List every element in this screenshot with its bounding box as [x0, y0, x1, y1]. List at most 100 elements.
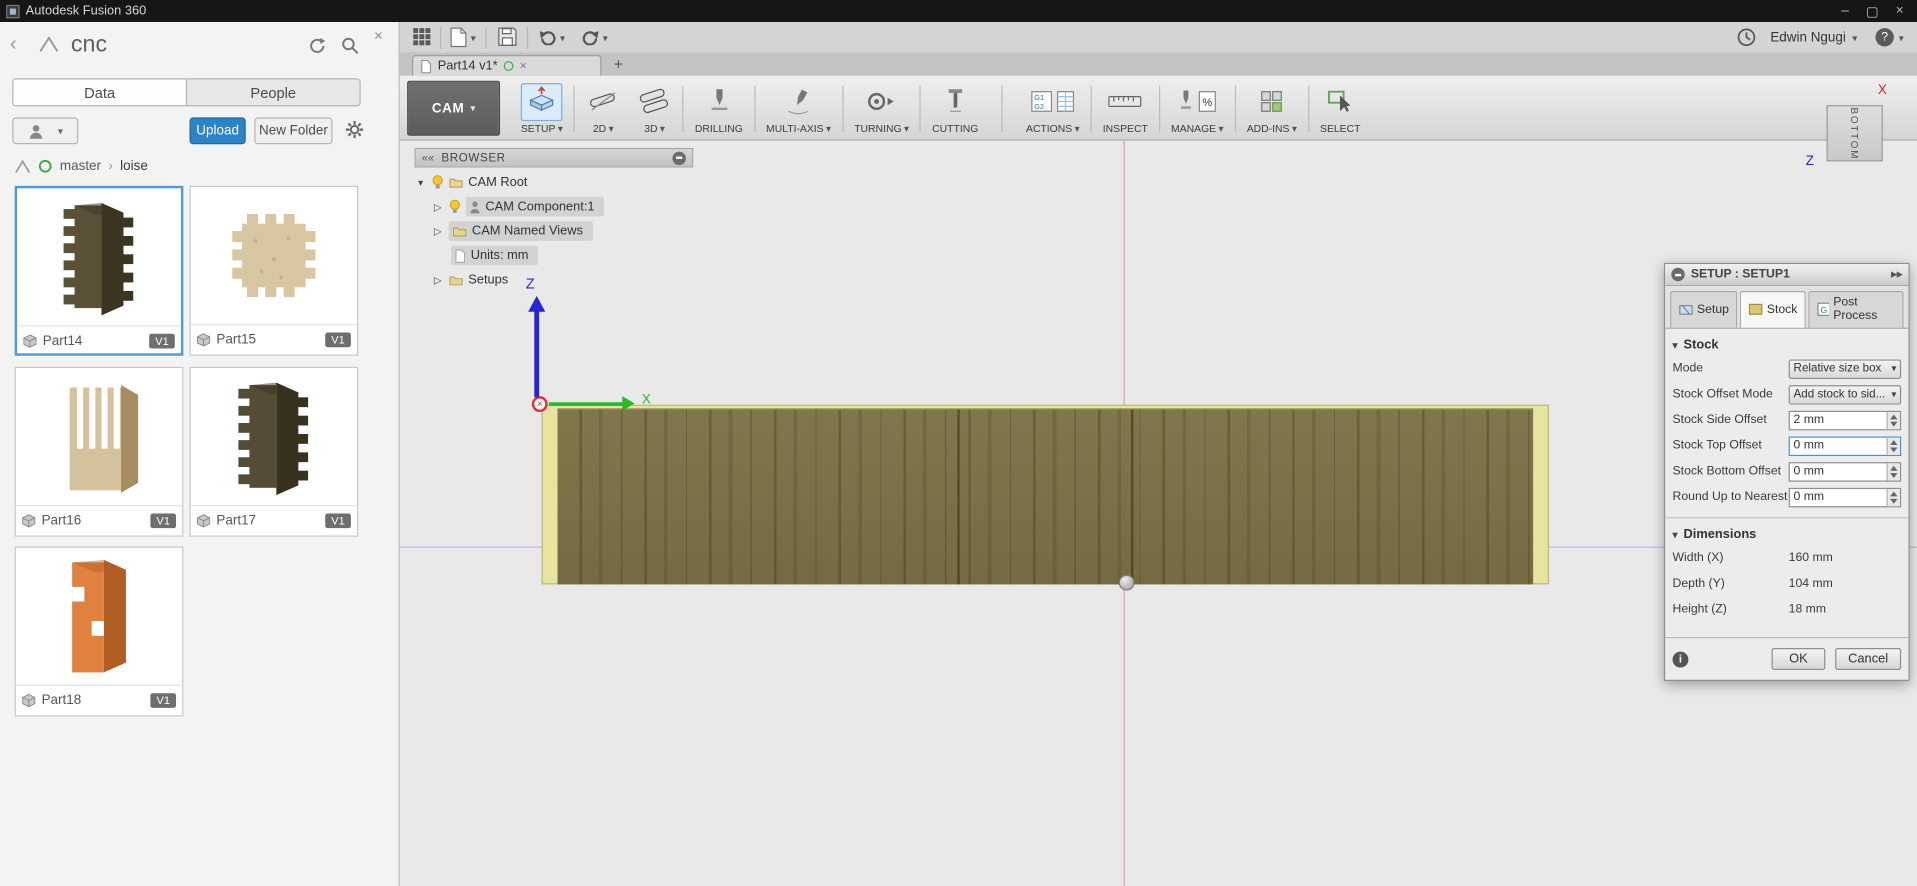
help-caret-icon[interactable]: ▾ [1899, 33, 1904, 44]
version-badge[interactable]: V1 [325, 331, 351, 347]
ribbon-group-multi-axis[interactable]: MULTI-AXIS ▾ [757, 78, 839, 139]
close-tab-icon[interactable]: × [520, 59, 527, 72]
user-menu-caret-icon[interactable]: ▾ [1852, 33, 1857, 44]
dropdown-caret-icon: ▾ [826, 122, 831, 134]
new-folder-button[interactable]: New Folder [254, 117, 333, 145]
spinner-control[interactable] [1886, 488, 1900, 506]
collapsed-arrow-icon[interactable]: ▷ [432, 226, 444, 237]
close-data-panel-icon[interactable]: × [374, 27, 383, 44]
view-cube-face-label[interactable]: BOTTOM [1849, 107, 1860, 160]
workspace-switcher[interactable]: CAM ▾ [407, 80, 501, 136]
collapsed-arrow-icon[interactable]: ▷ [432, 201, 444, 212]
x-axis-arrow[interactable] [548, 402, 623, 406]
tree-item-units[interactable]: Units: mm [414, 243, 707, 267]
origin-marker[interactable]: × [531, 396, 548, 413]
dimensions-section-header[interactable]: ▾ Dimensions [1665, 518, 1908, 545]
part-card[interactable]: Part16 V1 [14, 366, 184, 537]
stock-offset-mode-select[interactable]: Add stock to sid... ▾ [1788, 384, 1902, 405]
upload-button[interactable]: Upload [189, 117, 246, 145]
tab-people[interactable]: People [187, 79, 359, 105]
ribbon-group-2d[interactable]: 2D ▾ [578, 78, 629, 139]
username[interactable]: Edwin Ngugi [1770, 31, 1846, 46]
ribbon-group-manage[interactable]: % MANAGE ▾ [1163, 78, 1233, 139]
app-grid-menu-icon[interactable] [412, 27, 432, 53]
part-card[interactable]: Part14 V1 [14, 185, 184, 356]
tab-post-process[interactable]: G Post Process [1808, 290, 1904, 328]
gear-icon[interactable] [345, 120, 365, 146]
part-name: Part14 [42, 333, 83, 348]
ribbon-group-actions[interactable]: G1 G2 ACTIONS ▾ [1017, 78, 1088, 139]
minimize-browser-icon[interactable] [672, 150, 686, 165]
file-menu-icon[interactable] [450, 27, 467, 54]
file-menu-caret-icon[interactable]: ▾ [471, 33, 476, 44]
setup-dialog-titlebar[interactable]: SETUP : SETUP1 ▸▸ [1665, 264, 1909, 287]
collapsed-arrow-icon[interactable]: ▷ [432, 274, 444, 285]
part-card[interactable]: Part18 V1 [14, 546, 184, 717]
breadcrumb-root[interactable]: master [60, 159, 101, 174]
tree-item-cam-component[interactable]: ▷ CAM Component:1 [414, 194, 707, 218]
minimize-button[interactable]: – [1841, 4, 1848, 19]
ribbon-group-3d[interactable]: 3D ▾ [629, 78, 680, 139]
tree-item-cam-root[interactable]: ▾ CAM Root [414, 170, 707, 194]
stock-bottom-offset-input[interactable]: 0 mm [1788, 461, 1902, 482]
part-card[interactable]: Part15 V1 [189, 185, 359, 356]
save-icon[interactable] [498, 27, 518, 53]
ribbon-group-turning[interactable]: TURNING ▾ [846, 78, 918, 139]
ribbon-group-cutting[interactable]: CUTTING [924, 78, 987, 139]
stock-drag-handle[interactable] [1118, 574, 1135, 591]
undo-caret-icon[interactable]: ▾ [560, 33, 565, 44]
tab-stock[interactable]: Stock [1739, 290, 1806, 328]
ok-button[interactable]: OK [1771, 647, 1826, 670]
stock-section-header[interactable]: ▾ Stock [1665, 329, 1908, 356]
x-axis-arrowhead [622, 396, 635, 411]
stock-side-offset-input[interactable]: 2 mm [1788, 410, 1902, 430]
dialog-collapse-icon[interactable] [1671, 267, 1685, 282]
ribbon-group-select[interactable]: SELECT [1311, 78, 1369, 139]
mode-select[interactable]: Relative size box ▾ [1788, 358, 1902, 379]
info-icon[interactable]: i [1672, 651, 1689, 667]
redo-icon[interactable] [581, 29, 601, 51]
version-badge[interactable]: V1 [149, 333, 175, 348]
close-button[interactable]: × [1896, 4, 1904, 19]
part-card[interactable]: Part17 V1 [189, 366, 359, 537]
project-title: cnc [70, 31, 108, 58]
search-icon[interactable] [341, 37, 359, 61]
back-icon[interactable]: ‹ [10, 32, 17, 56]
version-badge[interactable]: V1 [150, 692, 177, 708]
dialog-expand-icon[interactable]: ▸▸ [1891, 268, 1902, 281]
help-icon[interactable]: ? [1875, 28, 1894, 47]
tab-setup[interactable]: Setup [1670, 290, 1738, 328]
version-badge[interactable]: V1 [150, 512, 177, 528]
tree-item-named-views[interactable]: ▷ CAM Named Views [414, 219, 707, 243]
ribbon-group-drilling[interactable]: DRILLING [686, 78, 751, 139]
ribbon-group-setup[interactable]: SETUP ▾ [512, 78, 571, 139]
setup-tab-icon [1679, 305, 1693, 315]
view-cube[interactable]: BOTTOM [1826, 105, 1883, 162]
round-up-input[interactable]: 0 mm [1788, 487, 1902, 507]
job-status-clock-icon[interactable] [1736, 27, 1757, 54]
stock-top-offset-input[interactable]: 0 mm [1788, 435, 1902, 456]
expanded-arrow-icon[interactable]: ▾ [414, 177, 426, 188]
ribbon-group-add-ins[interactable]: ADD-INS ▾ [1238, 78, 1305, 139]
collapse-browser-icon[interactable]: «« [422, 152, 434, 164]
spinner-control[interactable] [1886, 437, 1900, 455]
workpiece-model[interactable] [557, 408, 1534, 585]
maximize-button[interactable]: ▢ [1866, 3, 1879, 19]
z-axis-arrow[interactable] [534, 310, 540, 398]
document-tab[interactable]: Part14 v1* × [412, 55, 602, 76]
view-filter-dropdown[interactable]: ▾ [12, 117, 79, 145]
version-badge[interactable]: V1 [325, 512, 351, 528]
refresh-icon[interactable] [308, 37, 326, 61]
browser-header[interactable]: «« BROWSER [414, 147, 694, 168]
new-tab-button[interactable]: + [614, 55, 623, 73]
bulb-icon[interactable] [432, 175, 444, 190]
redo-caret-icon[interactable]: ▾ [603, 33, 608, 44]
undo-icon[interactable] [538, 29, 558, 51]
ribbon-group-inspect[interactable]: INSPECT [1094, 78, 1156, 139]
cancel-button[interactable]: Cancel [1835, 647, 1902, 670]
tab-data[interactable]: Data [13, 79, 188, 106]
spinner-control[interactable] [1886, 411, 1900, 429]
bulb-icon[interactable] [449, 199, 461, 214]
tree-item-setups[interactable]: ▷ Setups [414, 268, 707, 292]
spinner-control[interactable] [1886, 462, 1900, 480]
